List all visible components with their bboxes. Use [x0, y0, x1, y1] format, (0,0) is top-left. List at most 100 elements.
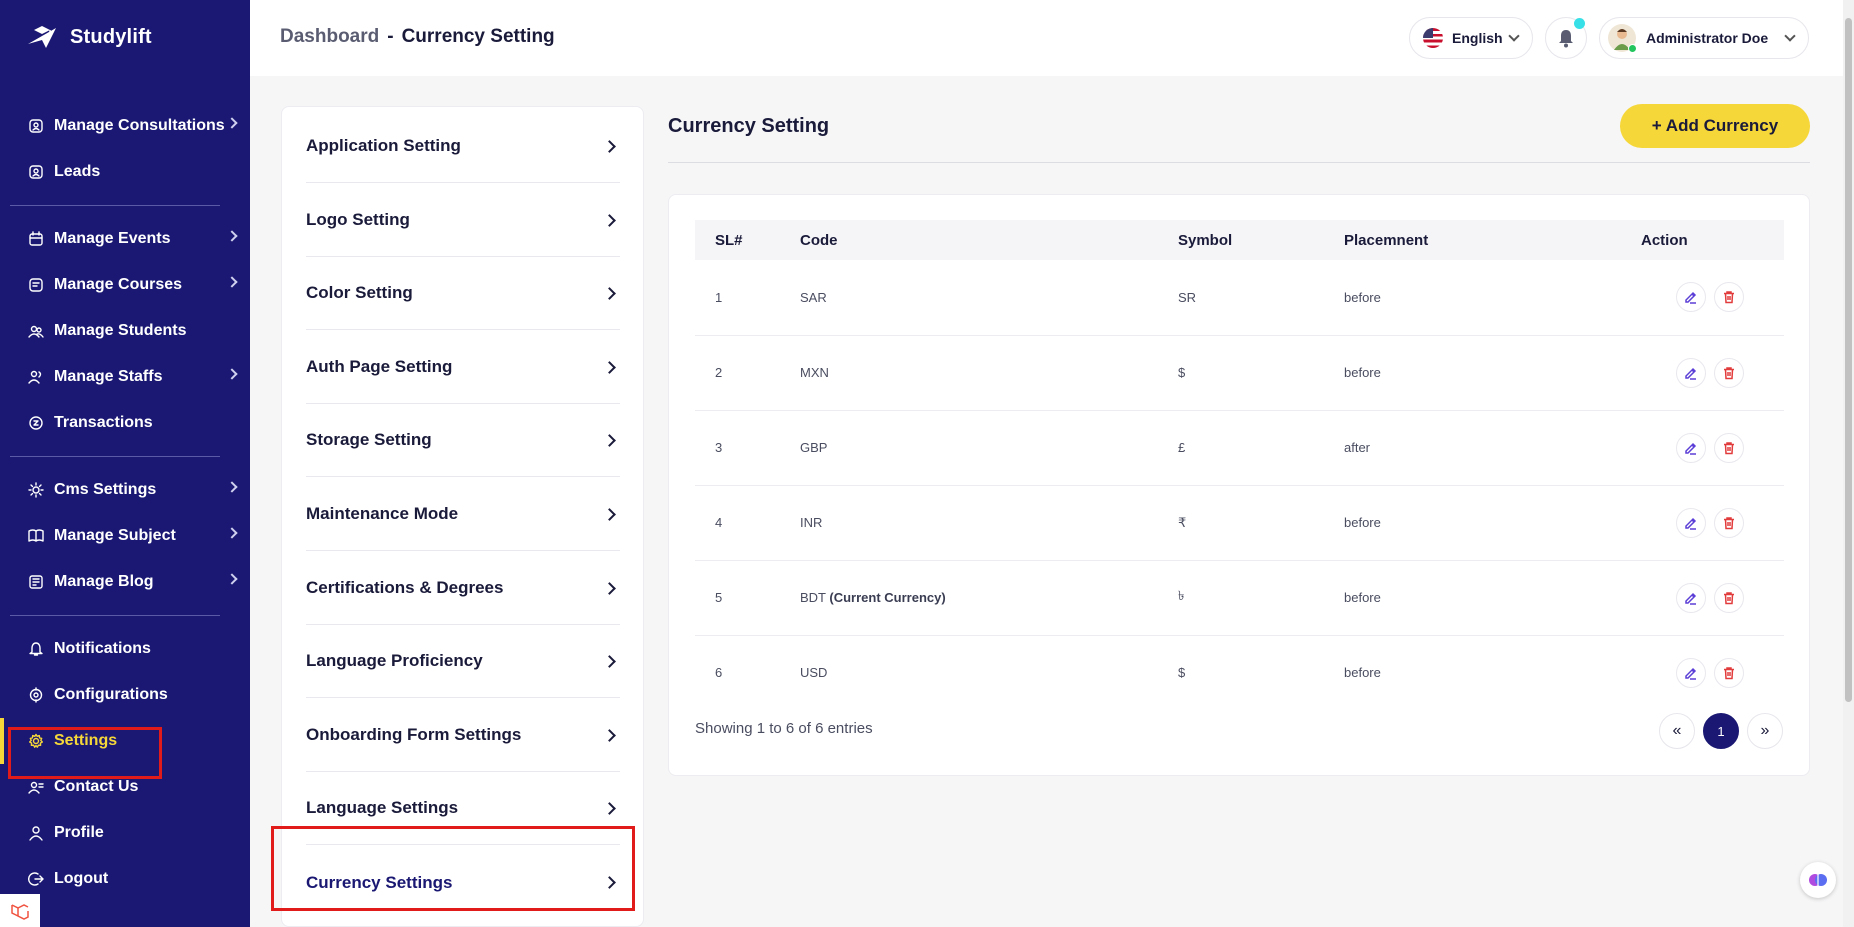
calendar-icon — [28, 231, 44, 247]
sidebar-item-cms-settings[interactable]: Cms Settings — [0, 467, 250, 513]
sidebar-item-label: Manage Subject — [54, 527, 176, 544]
cell-placement: before — [1344, 515, 1381, 530]
table-row: 6 USD $ before — [695, 635, 1784, 710]
notification-dot — [1574, 18, 1585, 29]
delete-button[interactable] — [1714, 357, 1744, 388]
settings-menu-item-auth-page-setting[interactable]: Auth Page Setting — [306, 331, 620, 404]
breadcrumb-dashboard[interactable]: Dashboard — [280, 26, 379, 47]
settings-menu-item-onboarding-form-settings[interactable]: Onboarding Form Settings — [306, 699, 620, 772]
students-icon — [28, 323, 44, 339]
blog-icon — [28, 574, 44, 590]
cell-action — [1641, 560, 1784, 635]
settings-menu-label: Language Settings — [306, 798, 459, 818]
settings-menu-item-maintenance-mode[interactable]: Maintenance Mode — [306, 478, 620, 551]
settings-menu-label: Certifications & Degrees — [306, 577, 504, 597]
cell-action — [1641, 335, 1784, 410]
sidebar-item-manage-blog[interactable]: Manage Blog — [0, 559, 250, 605]
cell-code: SAR — [800, 260, 1178, 335]
user-menu[interactable]: Administrator Doe — [1599, 17, 1809, 59]
delete-button[interactable] — [1714, 282, 1744, 313]
sidebar-item-manage-staffs[interactable]: Manage Staffs — [0, 354, 250, 400]
chevron-right-icon — [226, 527, 238, 539]
sidebar-item-profile[interactable]: Profile — [0, 810, 250, 856]
language-selector[interactable]: English — [1409, 17, 1533, 59]
edit-button[interactable] — [1676, 432, 1706, 463]
edit-button[interactable] — [1676, 357, 1706, 388]
pagination-next-button[interactable]: » — [1747, 713, 1783, 749]
scrollbar-thumb[interactable] — [1845, 18, 1852, 702]
breadcrumb-current: Currency Setting — [401, 26, 555, 47]
edit-button[interactable] — [1676, 282, 1706, 313]
sidebar-item-manage-courses[interactable]: Manage Courses — [0, 262, 250, 308]
brand[interactable]: Studylift — [26, 22, 152, 52]
sidebar-item-label: Profile — [54, 824, 104, 841]
cell-action — [1641, 635, 1784, 710]
sidebar-item-notifications[interactable]: Notifications — [0, 626, 250, 672]
highlight-currency-settings-box — [271, 826, 635, 911]
title-divider — [668, 162, 1810, 163]
table-row: 4 INR ₹ before — [695, 485, 1784, 560]
chevron-down-icon — [1508, 30, 1520, 42]
sidebar-item-manage-events[interactable]: Manage Events — [0, 216, 250, 262]
sidebar-item-transactions[interactable]: Transactions — [0, 400, 250, 446]
edit-button[interactable] — [1676, 507, 1706, 538]
notifications-button[interactable] — [1545, 17, 1587, 59]
chevron-right-icon — [226, 117, 238, 129]
delete-button[interactable] — [1714, 582, 1744, 613]
sidebar-item-manage-consultations[interactable]: Manage Consultations — [0, 103, 250, 149]
cell-symbol: $ — [1178, 365, 1186, 380]
table-row: 1 SAR SR before — [695, 260, 1784, 335]
user-icon — [28, 825, 44, 841]
cell-sl: 4 — [715, 515, 723, 530]
currency-code: USD — [800, 665, 828, 681]
add-currency-button[interactable]: + Add Currency — [1620, 104, 1810, 148]
edit-button[interactable] — [1676, 582, 1706, 613]
logo-icon — [28, 26, 56, 48]
chevron-right-icon — [603, 655, 616, 669]
user-name: Administrator Doe — [1646, 30, 1769, 46]
table-row: 5 BDT (Current Currency) ৳ before — [695, 560, 1784, 635]
cell-symbol: $ — [1178, 665, 1186, 681]
currency-code: MXN — [800, 365, 829, 380]
cell-sl: 5 — [715, 590, 723, 605]
settings-menu-item-storage-setting[interactable]: Storage Setting — [306, 404, 620, 478]
sidebar-item-label: Manage Students — [54, 322, 187, 339]
chevron-right-icon — [226, 481, 238, 493]
header-sl: SL# — [715, 231, 743, 249]
delete-button[interactable] — [1714, 507, 1744, 538]
settings-menu-label: Language Proficiency — [306, 651, 483, 671]
settings-menu-item-color-setting[interactable]: Color Setting — [306, 257, 620, 331]
delete-button[interactable] — [1714, 432, 1744, 463]
edit-button[interactable] — [1676, 657, 1706, 688]
settings-menu-label: Color Setting — [306, 283, 413, 303]
cell-placement: before — [1344, 590, 1381, 605]
pagination-page-button[interactable]: 1 — [1703, 713, 1739, 749]
bell-icon — [28, 641, 44, 657]
sidebar-item-manage-students[interactable]: Manage Students — [0, 308, 250, 354]
settings-menu-item-logo-setting[interactable]: Logo Setting — [306, 184, 620, 257]
table-row: 2 MXN $ before — [695, 335, 1784, 410]
sidebar-item-configurations[interactable]: Configurations — [0, 672, 250, 718]
sidebar-item-leads[interactable]: Leads — [0, 149, 250, 195]
settings-menu-item-language-proficiency[interactable]: Language Proficiency — [306, 625, 620, 699]
laravel-debug-icon[interactable] — [0, 894, 40, 927]
settings-menu-item-certifications-degrees[interactable]: Certifications & Degrees — [306, 552, 620, 625]
bell-icon — [1559, 30, 1573, 48]
sidebar-item-label: Manage Staffs — [54, 368, 163, 385]
sidebar-nav: Manage Consultations Leads Manage Events Ma… — [0, 103, 250, 902]
cell-code: BDT (Current Currency) — [800, 560, 1178, 635]
assistant-floating-button[interactable] — [1800, 862, 1836, 898]
sidebar-item-manage-subject[interactable]: Manage Subject — [0, 513, 250, 559]
sidebar-item-label: Logout — [54, 870, 109, 887]
transactions-icon — [28, 415, 44, 431]
delete-button[interactable] — [1714, 657, 1744, 688]
cell-sl: 2 — [715, 365, 723, 380]
page-scrollbar[interactable] — [1843, 0, 1854, 927]
cell-action — [1641, 260, 1784, 335]
settings-menu-item-application-setting[interactable]: Application Setting — [306, 110, 620, 183]
chevron-right-icon — [603, 508, 616, 521]
pagination-prev-button[interactable]: « — [1659, 713, 1695, 749]
sidebar-item-label: Manage Events — [54, 230, 171, 247]
logout-icon — [28, 871, 44, 887]
chevron-right-icon — [603, 581, 616, 595]
